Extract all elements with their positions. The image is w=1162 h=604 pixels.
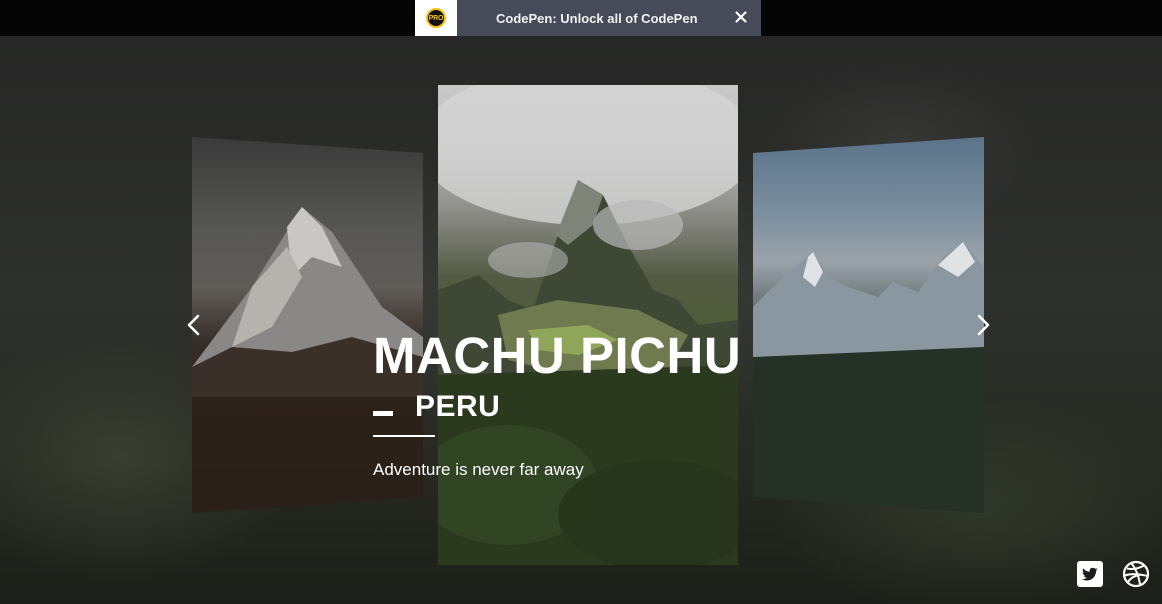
promo-bar[interactable]: PRO CodePen: Unlock all of CodePen — [415, 0, 761, 36]
subtitle-dash — [373, 410, 393, 416]
promo-body: CodePen: Unlock all of CodePen — [457, 0, 761, 36]
promo-message[interactable]: CodePen: Unlock all of CodePen — [496, 11, 698, 26]
pro-badge-text: PRO — [428, 14, 444, 22]
snowy-mountain-image — [192, 207, 423, 513]
pro-badge: PRO — [415, 0, 457, 36]
codepen-banner: PRO CodePen: Unlock all of CodePen — [0, 0, 1162, 36]
slide-card-active[interactable] — [438, 85, 738, 565]
slide-subtitle: PERU — [415, 390, 501, 423]
slide-subtitle-row: PERU — [373, 390, 500, 424]
twitter-icon[interactable] — [1076, 560, 1104, 588]
pro-icon: PRO — [426, 8, 446, 28]
dribbble-icon[interactable] — [1122, 560, 1150, 588]
chevron-right-icon[interactable] — [972, 313, 994, 337]
machu-picchu-image — [438, 85, 738, 565]
caption-divider — [373, 435, 435, 437]
slide-card-next[interactable] — [753, 137, 984, 513]
slide-card-previous[interactable] — [192, 137, 423, 513]
chevron-left-icon[interactable] — [183, 313, 205, 337]
close-icon[interactable] — [733, 9, 749, 25]
slide-title: MACHU PICHU — [373, 327, 742, 384]
slide-tagline: Adventure is never far away — [373, 460, 584, 479]
alpine-peaks-image — [753, 242, 984, 513]
